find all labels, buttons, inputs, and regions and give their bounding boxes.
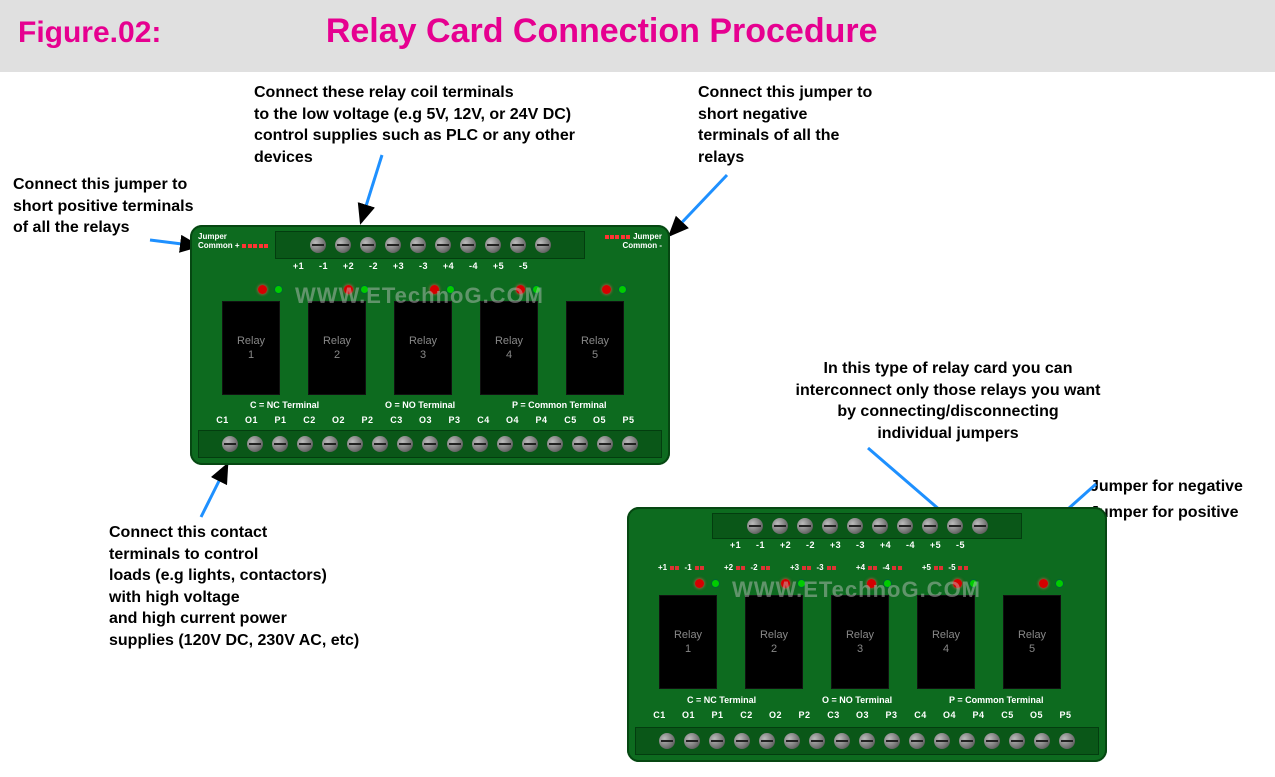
- header-banner: Figure.02: Relay Card Connection Procedu…: [0, 0, 1275, 72]
- relay-card-b: +1-1+2-2+3-3+4-4+5-5 +1 -1 +2 -2 +3 -3 +…: [627, 507, 1107, 762]
- led-red-b4: [953, 579, 962, 588]
- jumper-common-pos: Jumper Common +: [198, 233, 269, 251]
- relay-b3: Relay 3: [831, 595, 889, 689]
- led-red-5: [602, 285, 611, 294]
- led-red-3: [430, 285, 439, 294]
- legend-c: C = NC Terminal: [250, 400, 319, 410]
- annotation-jumper-pos2: Jumper for positive: [1090, 502, 1238, 524]
- coil-labels-b: +1-1+2-2+3-3+4-4+5-5: [723, 540, 973, 550]
- legend-o: O = NO Terminal: [385, 400, 455, 410]
- legend-p: P = Common Terminal: [512, 400, 606, 410]
- led-green-5: [618, 285, 627, 294]
- led-red-b1: [695, 579, 704, 588]
- bottom-labels: C1O1P1C2O2P2C3O3P3C4O4P4C5O5P5: [208, 415, 643, 425]
- relay-b5: Relay 5: [1003, 595, 1061, 689]
- relay-2: Relay 2: [308, 301, 366, 395]
- legend-p-b: P = Common Terminal: [949, 695, 1043, 705]
- relay-5: Relay 5: [566, 301, 624, 395]
- bottom-labels-b: C1O1P1C2O2P2C3O3P3C4O4P4C5O5P5: [645, 710, 1080, 720]
- contact-terminal-strip-b: [635, 727, 1099, 755]
- jumper-common-neg: Jumper Common -: [604, 233, 662, 251]
- annotation-type2: In this type of relay card you can inter…: [768, 358, 1128, 444]
- relay-card-a: Jumper Common + +1-1+2-2+3-3+4-4+5-5 Jum…: [190, 225, 670, 465]
- coil-labels: +1-1+2-2+3-3+4-4+5-5: [286, 261, 536, 271]
- led-red-b5: [1039, 579, 1048, 588]
- relay-4: Relay 4: [480, 301, 538, 395]
- led-green-4: [532, 285, 541, 294]
- led-green-2: [360, 285, 369, 294]
- led-red-4: [516, 285, 525, 294]
- coil-terminal-strip: [275, 231, 585, 259]
- led-red-b3: [867, 579, 876, 588]
- led-red-b2: [781, 579, 790, 588]
- led-green-1: [274, 285, 283, 294]
- led-red-1: [258, 285, 267, 294]
- figure-label: Figure.02:: [18, 16, 161, 50]
- annotation-jumper-neg: Connect this jumper to short negative te…: [698, 82, 898, 168]
- led-red-2: [344, 285, 353, 294]
- contact-terminal-strip: [198, 430, 662, 458]
- individual-jumpers: +1 -1 +2 -2 +3 -3 +4 -4 +5 -5: [655, 557, 972, 575]
- led-green-b3: [883, 579, 892, 588]
- led-green-b5: [1055, 579, 1064, 588]
- relay-b1: Relay 1: [659, 595, 717, 689]
- led-green-b1: [711, 579, 720, 588]
- relay-b4: Relay 4: [917, 595, 975, 689]
- led-green-b4: [969, 579, 978, 588]
- annotation-coil: Connect these relay coil terminals to th…: [254, 82, 614, 168]
- relay-1: Relay 1: [222, 301, 280, 395]
- legend-o-b: O = NO Terminal: [822, 695, 892, 705]
- led-green-3: [446, 285, 455, 294]
- relay-b2: Relay 2: [745, 595, 803, 689]
- page-title: Relay Card Connection Procedure: [326, 12, 878, 51]
- annotation-contacts: Connect this contact terminals to contro…: [109, 522, 409, 652]
- led-green-b2: [797, 579, 806, 588]
- annotation-jumper-neg2: Jumper for negative: [1090, 476, 1243, 498]
- coil-terminal-strip-b: [712, 513, 1022, 539]
- legend-c-b: C = NC Terminal: [687, 695, 756, 705]
- relay-3: Relay 3: [394, 301, 452, 395]
